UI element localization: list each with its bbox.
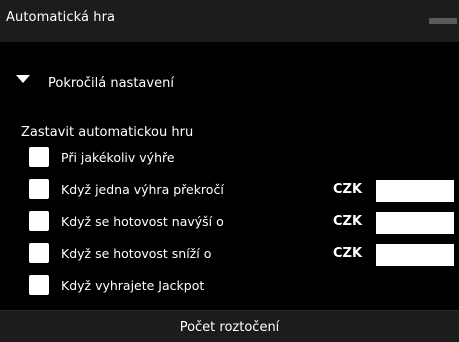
single-win-amount-input[interactable] bbox=[376, 180, 454, 202]
balance-increase-checkbox[interactable] bbox=[29, 211, 49, 231]
spin-count-button[interactable]: Počet roztočení bbox=[0, 310, 459, 342]
single-win-currency: CZK bbox=[333, 182, 363, 197]
option-any-win: Při jakékoliv výhře bbox=[29, 146, 175, 168]
stop-autoplay-heading: Zastavit automatickou hru bbox=[21, 125, 194, 140]
option-single-win-exceeds: Když jedna výhra překročí bbox=[29, 178, 224, 200]
single-win-exceeds-label: Když jedna výhra překročí bbox=[61, 181, 224, 197]
title-bar: Automatická hra bbox=[0, 0, 459, 42]
option-jackpot-win: Když vyhrajete Jackpot bbox=[29, 274, 204, 296]
any-win-checkbox[interactable] bbox=[29, 147, 49, 167]
balance-increase-currency: CZK bbox=[333, 214, 363, 229]
option-balance-decrease: Když se hotovost sníží o bbox=[29, 242, 211, 264]
minimize-button[interactable] bbox=[429, 18, 457, 24]
panel-title: Automatická hra bbox=[6, 10, 116, 25]
balance-decrease-currency: CZK bbox=[333, 246, 363, 261]
balance-decrease-amount-input[interactable] bbox=[376, 244, 454, 266]
balance-decrease-label: Když se hotovost sníží o bbox=[61, 245, 212, 261]
balance-decrease-checkbox[interactable] bbox=[29, 243, 49, 263]
caret-down-icon bbox=[16, 75, 30, 83]
balance-increase-amount-input[interactable] bbox=[376, 212, 454, 234]
autoplay-panel: Automatická hra Pokročilá nastavení Zast… bbox=[0, 0, 459, 342]
settings-area: Pokročilá nastavení Zastavit automaticko… bbox=[0, 42, 459, 310]
balance-increase-label: Když se hotovost navýší o bbox=[61, 213, 224, 229]
jackpot-win-checkbox[interactable] bbox=[29, 275, 49, 295]
any-win-label: Při jakékoliv výhře bbox=[61, 149, 175, 165]
advanced-settings-toggle[interactable]: Pokročilá nastavení bbox=[16, 72, 174, 94]
single-win-exceeds-checkbox[interactable] bbox=[29, 179, 49, 199]
spin-count-label: Počet roztočení bbox=[179, 320, 280, 335]
advanced-settings-label: Pokročilá nastavení bbox=[48, 75, 174, 91]
jackpot-win-label: Když vyhrajete Jackpot bbox=[61, 277, 205, 293]
option-balance-increase: Když se hotovost navýší o bbox=[29, 210, 224, 232]
